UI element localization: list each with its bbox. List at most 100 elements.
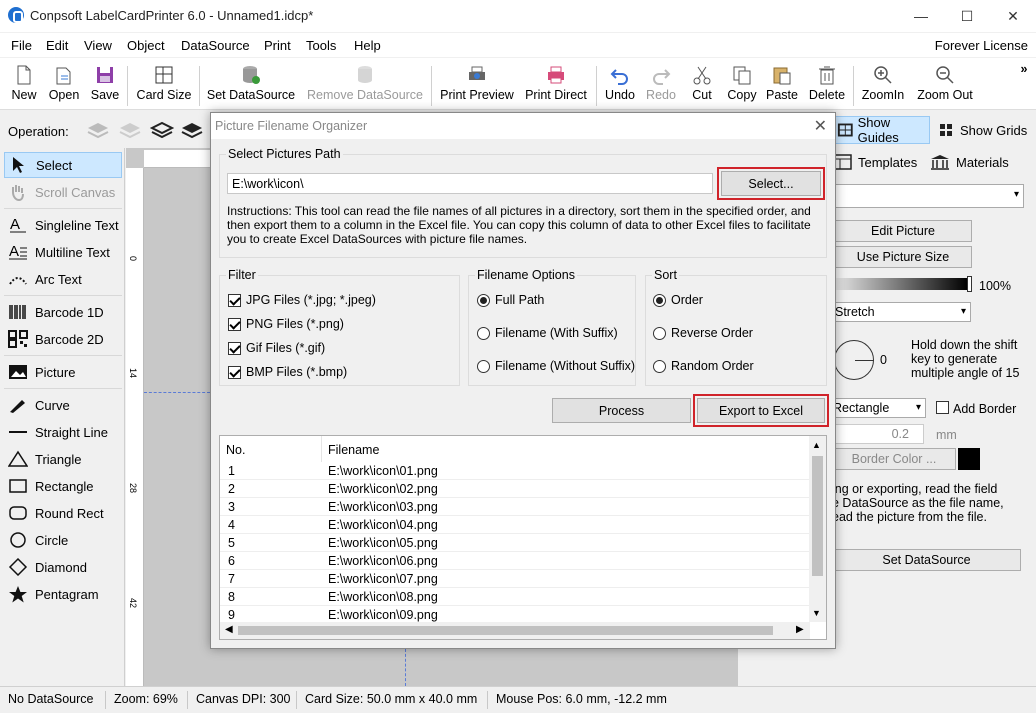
zoom-in-button[interactable]: ZoomIn xyxy=(858,62,908,108)
cut-button[interactable]: Cut xyxy=(688,62,716,108)
tool-barcode-1d[interactable]: Barcode 1D xyxy=(4,299,122,325)
tool-barcode-2d[interactable]: Barcode 2D xyxy=(4,326,122,352)
option-without-suffix-radio[interactable]: Filename (Without Suffix) xyxy=(477,359,635,373)
tool-scroll-canvas[interactable]: Scroll Canvas xyxy=(4,179,122,205)
tool-pentagram[interactable]: Pentagram xyxy=(4,581,122,607)
open-button[interactable]: Open xyxy=(44,62,84,108)
scroll-left-icon[interactable]: ◀ xyxy=(225,624,233,635)
redo-button[interactable]: Redo xyxy=(644,62,678,108)
menu-object[interactable]: Object xyxy=(127,38,165,53)
sort-order-radio[interactable]: Order xyxy=(653,293,703,307)
instructions-text: Instructions: This tool can read the fil… xyxy=(227,204,811,246)
vertical-scrollbar[interactable]: ▲ ▼ xyxy=(809,436,826,622)
menu-help[interactable]: Help xyxy=(354,38,381,53)
scroll-up-icon[interactable]: ▲ xyxy=(812,440,821,450)
option-with-suffix-radio[interactable]: Filename (With Suffix) xyxy=(477,326,618,340)
list-item[interactable]: 1 E:\work\icon\01.png xyxy=(220,462,810,480)
paste-button[interactable]: Paste xyxy=(764,62,800,108)
menu-file[interactable]: File xyxy=(11,38,32,53)
tool-select[interactable]: Select xyxy=(4,152,122,178)
tool-singleline-text[interactable]: A Singleline Text xyxy=(4,212,122,238)
tool-round-rect[interactable]: Round Rect xyxy=(4,500,122,526)
picture-source-dropdown[interactable]: ▾ xyxy=(834,184,1024,208)
rotation-dial[interactable] xyxy=(834,340,874,380)
opacity-slider-handle[interactable] xyxy=(967,276,972,292)
sort-reverse-radio[interactable]: Reverse Order xyxy=(653,326,753,340)
print-direct-button[interactable]: Print Direct xyxy=(522,62,590,108)
card-size-button[interactable]: Card Size xyxy=(132,62,196,108)
list-item[interactable]: 5 E:\work\icon\05.png xyxy=(220,534,810,552)
tool-diamond[interactable]: Diamond xyxy=(4,554,122,580)
tab-materials[interactable]: Materials xyxy=(930,154,1009,170)
tab-templates[interactable]: Templates xyxy=(834,154,917,170)
maximize-button[interactable]: ☐ xyxy=(944,0,990,32)
tool-multiline-text[interactable]: A Multiline Text xyxy=(4,239,122,265)
panel-set-datasource-button[interactable]: Set DataSource xyxy=(832,549,1021,571)
path-input[interactable]: E:\work\icon\ xyxy=(227,173,713,194)
menu-datasource[interactable]: DataSource xyxy=(181,38,250,53)
tool-curve[interactable]: Curve xyxy=(4,392,122,418)
print-preview-button[interactable]: Print Preview xyxy=(437,62,517,108)
shape-select[interactable]: Rectangle ▾ xyxy=(832,398,926,418)
tool-picture[interactable]: Picture xyxy=(4,359,122,385)
border-color-button[interactable]: Border Color ... xyxy=(832,448,956,470)
process-button[interactable]: Process xyxy=(552,398,691,423)
list-item[interactable]: 6 E:\work\icon\06.png xyxy=(220,552,810,570)
layer-up-icon[interactable] xyxy=(86,120,110,140)
edit-picture-button[interactable]: Edit Picture xyxy=(834,220,972,242)
filter-gif-checkbox[interactable]: Gif Files (*.gif) xyxy=(228,341,325,355)
remove-datasource-button[interactable]: Remove DataSource xyxy=(304,62,426,108)
show-guides-toggle[interactable]: Show Guides xyxy=(832,115,930,145)
filter-bmp-checkbox[interactable]: BMP Files (*.bmp) xyxy=(228,365,347,379)
layers-icon[interactable] xyxy=(150,120,174,140)
menu-tools[interactable]: Tools xyxy=(306,38,336,53)
tool-straight-line[interactable]: Straight Line xyxy=(4,419,122,445)
fill-mode-select[interactable]: Stretch ▾ xyxy=(834,302,971,322)
minimize-button[interactable]: — xyxy=(898,0,944,32)
border-color-swatch[interactable] xyxy=(958,448,980,470)
use-picture-size-button[interactable]: Use Picture Size xyxy=(834,246,972,268)
menu-view[interactable]: View xyxy=(84,38,112,53)
menu-edit[interactable]: Edit xyxy=(46,38,68,53)
list-item[interactable]: 3 E:\work\icon\03.png xyxy=(220,498,810,516)
scroll-down-icon[interactable]: ▼ xyxy=(812,608,821,618)
layers-stack-icon[interactable] xyxy=(180,120,206,140)
border-width-input[interactable]: 0.2 xyxy=(832,424,924,444)
undo-button[interactable]: Undo xyxy=(602,62,638,108)
option-full-path-radio[interactable]: Full Path xyxy=(477,293,544,307)
delete-button[interactable]: Delete xyxy=(806,62,848,108)
layer-down-icon[interactable] xyxy=(118,120,142,140)
filter-png-checkbox[interactable]: PNG Files (*.png) xyxy=(228,317,344,331)
toolbar-overflow-button[interactable]: » xyxy=(1016,62,1032,108)
save-button[interactable]: Save xyxy=(88,62,122,108)
file-list[interactable]: No. Filename 1 E:\work\icon\01.png 2 E:\wo… xyxy=(219,435,827,640)
list-item[interactable]: 2 E:\work\icon\02.png xyxy=(220,480,810,498)
column-header-filename[interactable]: Filename xyxy=(322,436,810,462)
list-item[interactable]: 7 E:\work\icon\07.png xyxy=(220,570,810,588)
singleline-text-icon: A xyxy=(7,215,29,235)
new-button[interactable]: New xyxy=(6,62,42,108)
sort-random-radio[interactable]: Random Order xyxy=(653,359,754,373)
zoom-out-button[interactable]: Zoom Out xyxy=(914,62,976,108)
scroll-thumb-h[interactable] xyxy=(238,626,773,635)
add-border-checkbox[interactable] xyxy=(936,401,949,414)
tool-circle[interactable]: Circle xyxy=(4,527,122,553)
opacity-slider[interactable] xyxy=(834,278,968,290)
show-grids-toggle[interactable]: Show Grids xyxy=(934,116,1034,144)
list-item[interactable]: 4 E:\work\icon\04.png xyxy=(220,516,810,534)
line-icon xyxy=(7,422,29,442)
filter-jpg-checkbox[interactable]: JPG Files (*.jpg; *.jpeg) xyxy=(228,293,376,307)
list-item[interactable]: 8 E:\work\icon\08.png xyxy=(220,588,810,606)
tool-arc-text[interactable]: Arc Text xyxy=(4,266,122,292)
close-window-button[interactable]: ✕ xyxy=(990,0,1036,32)
scroll-right-icon[interactable]: ▶ xyxy=(796,624,804,635)
tool-triangle[interactable]: Triangle xyxy=(4,446,122,472)
column-header-no[interactable]: No. xyxy=(220,436,322,462)
tool-rectangle[interactable]: Rectangle xyxy=(4,473,122,499)
scroll-thumb[interactable] xyxy=(812,456,823,576)
horizontal-scrollbar[interactable]: ◀ ▶ xyxy=(220,622,810,639)
set-datasource-button[interactable]: Set DataSource xyxy=(205,62,297,108)
dialog-close-icon[interactable]: ✕ xyxy=(814,116,827,136)
copy-button[interactable]: Copy xyxy=(724,62,760,108)
menu-print[interactable]: Print xyxy=(264,38,291,53)
